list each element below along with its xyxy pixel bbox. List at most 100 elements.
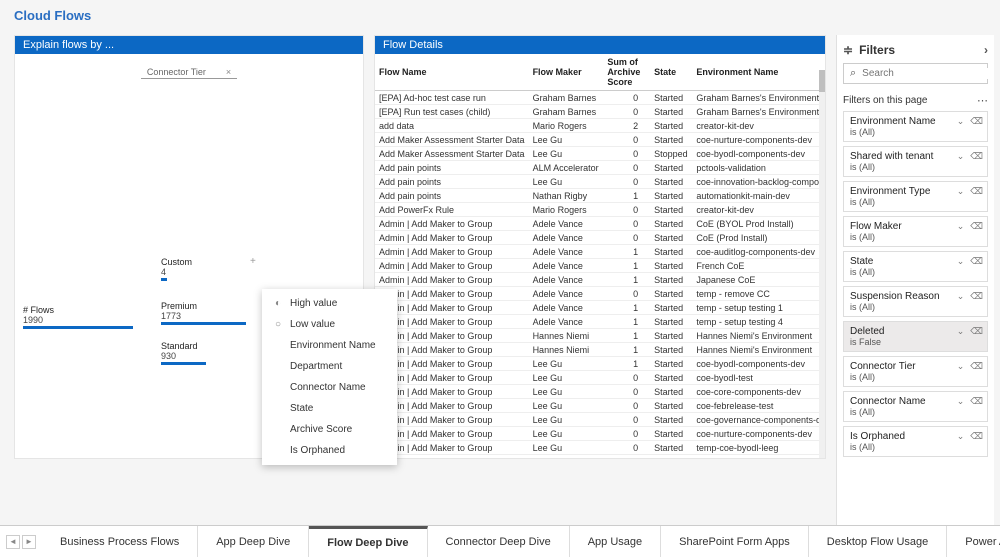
explain-header: Explain flows by ... xyxy=(15,36,363,54)
tab-business-process-flows[interactable]: Business Process Flows xyxy=(42,526,198,557)
tab-connector-deep-dive[interactable]: Connector Deep Dive xyxy=(428,526,570,557)
filters-title: Filters xyxy=(859,43,895,57)
lightbulb-outline-icon: ○ xyxy=(272,319,284,330)
tab-desktop-flow-usage[interactable]: Desktop Flow Usage xyxy=(809,526,948,557)
table-row[interactable]: Admin | Add Maker to GroupAdele Vance1St… xyxy=(375,315,825,329)
clear-filter-icon[interactable]: ⌫ xyxy=(970,256,983,267)
table-row[interactable]: Admin | Add Maker to GroupLee Gu0Started… xyxy=(375,441,825,455)
tab-scroll-right[interactable]: ► xyxy=(22,535,36,549)
filter-card[interactable]: Shared with tenantis (All)⌄⌫ xyxy=(843,146,988,177)
table-row[interactable]: Admin | Add Maker to GroupLee Gu0Started… xyxy=(375,413,825,427)
table-row[interactable]: Add pain pointsALM Accelerator0Startedpc… xyxy=(375,161,825,175)
clear-filter-icon[interactable]: ⌫ xyxy=(970,116,983,127)
table-row[interactable]: add dataMario Rogers2Startedcreator-kit-… xyxy=(375,119,825,133)
chip-remove-icon[interactable]: × xyxy=(226,67,231,77)
tab-scroll-left[interactable]: ◄ xyxy=(6,535,20,549)
clear-filter-icon[interactable]: ⌫ xyxy=(970,361,983,372)
filter-card[interactable]: Flow Makeris (All)⌄⌫ xyxy=(843,216,988,247)
ctx-low-value[interactable]: ○Low value xyxy=(262,314,397,335)
page-title: Cloud Flows xyxy=(14,8,91,23)
search-icon: ⌕ xyxy=(850,67,856,80)
chevron-down-icon[interactable]: ⌄ xyxy=(957,116,965,127)
chevron-down-icon[interactable]: ⌄ xyxy=(957,431,965,442)
clear-filter-icon[interactable]: ⌫ xyxy=(970,186,983,197)
flow-details-table[interactable]: Flow Name Flow Maker Sum of Archive Scor… xyxy=(375,54,825,458)
clear-filter-icon[interactable]: ⌫ xyxy=(970,151,983,162)
table-row[interactable]: Admin | Add Maker to GroupAdele Vance1St… xyxy=(375,245,825,259)
context-menu: ◐High value ○Low value Environment Name … xyxy=(262,289,397,465)
col-env-name[interactable]: Environment Name xyxy=(692,54,825,91)
filter-search-input[interactable] xyxy=(862,68,994,79)
col-state[interactable]: State xyxy=(650,54,692,91)
filter-search[interactable]: ⌕ xyxy=(843,63,988,84)
filter-card[interactable]: Suspension Reasonis (All)⌄⌫ xyxy=(843,286,988,317)
filter-card[interactable]: Deletedis False⌄⌫ xyxy=(843,321,988,352)
table-row[interactable]: Admin | Add Maker to GroupAdele Vance1St… xyxy=(375,259,825,273)
clear-filter-icon[interactable]: ⌫ xyxy=(970,326,983,337)
col-archive-score[interactable]: Sum of Archive Score xyxy=(603,54,650,91)
flow-details-header: Flow Details xyxy=(375,36,825,54)
col-flow-name[interactable]: Flow Name xyxy=(375,54,529,91)
tab-power-apps-adoption[interactable]: Power Apps Adoption xyxy=(947,526,1000,557)
filter-card[interactable]: Environment Nameis (All)⌄⌫ xyxy=(843,111,988,142)
clear-filter-icon[interactable]: ⌫ xyxy=(970,291,983,302)
table-row[interactable]: Admin | Add Maker to GroupAdele Vance0St… xyxy=(375,287,825,301)
chevron-down-icon[interactable]: ⌄ xyxy=(957,326,965,337)
table-row[interactable]: Admin | Add Maker to GroupHannes Niemi1S… xyxy=(375,343,825,357)
chevron-down-icon[interactable]: ⌄ xyxy=(957,221,965,232)
chevron-down-icon[interactable]: ⌄ xyxy=(957,256,965,267)
chevron-down-icon[interactable]: ⌄ xyxy=(957,396,965,407)
table-row[interactable]: Admin | Add Maker to GroupAdele Vance1St… xyxy=(375,273,825,287)
tree-node-custom[interactable]: Custom xyxy=(161,257,192,267)
tree-node-premium[interactable]: Premium xyxy=(161,301,246,311)
table-row[interactable]: Add Maker Assessment Starter DataLee Gu0… xyxy=(375,147,825,161)
ctx-department[interactable]: Department xyxy=(262,356,397,377)
more-icon[interactable]: ⋯ xyxy=(977,94,988,107)
table-row[interactable]: Admin | Add Maker to GroupAdele Vance0St… xyxy=(375,217,825,231)
filters-section-label: Filters on this page xyxy=(843,95,928,106)
expand-icon[interactable]: + xyxy=(250,256,256,267)
filter-card[interactable]: Environment Typeis (All)⌄⌫ xyxy=(843,181,988,212)
filter-card[interactable]: Connector Tieris (All)⌄⌫ xyxy=(843,356,988,387)
clear-filter-icon[interactable]: ⌫ xyxy=(970,221,983,232)
ctx-archive-score[interactable]: Archive Score xyxy=(262,419,397,440)
collapse-pane-icon[interactable]: › xyxy=(984,43,988,57)
chevron-down-icon[interactable]: ⌄ xyxy=(957,291,965,302)
table-row[interactable]: Admin | Add Maker to GroupLee Gu0Started… xyxy=(375,371,825,385)
table-row[interactable]: Admin | Add Maker to GroupAdele Vance0St… xyxy=(375,231,825,245)
table-row[interactable]: Add pain pointsLee Gu0Startedcoe-innovat… xyxy=(375,175,825,189)
tab-app-usage[interactable]: App Usage xyxy=(570,526,661,557)
table-row[interactable]: Admin | Add Maker to GroupHannes Niemi1S… xyxy=(375,329,825,343)
clear-filter-icon[interactable]: ⌫ xyxy=(970,396,983,407)
table-row[interactable]: Admin | Add Maker to GroupLee Gu0Started xyxy=(375,455,825,459)
table-row[interactable]: Admin | Add Maker to GroupAdele Vance1St… xyxy=(375,301,825,315)
ctx-is-orphaned[interactable]: Is Orphaned xyxy=(262,440,397,461)
clear-filter-icon[interactable]: ⌫ xyxy=(970,431,983,442)
tab-app-deep-dive[interactable]: App Deep Dive xyxy=(198,526,309,557)
ctx-env-name[interactable]: Environment Name xyxy=(262,335,397,356)
tab-sharepoint-form-apps[interactable]: SharePoint Form Apps xyxy=(661,526,809,557)
table-row[interactable]: Add Maker Assessment Starter DataLee Gu0… xyxy=(375,133,825,147)
table-row[interactable]: Add PowerFx RuleMario Rogers0Startedcrea… xyxy=(375,203,825,217)
table-row[interactable]: [EPA] Run test cases (child)Graham Barne… xyxy=(375,105,825,119)
table-row[interactable]: Admin | Add Maker to GroupLee Gu0Started… xyxy=(375,399,825,413)
table-scrollbar[interactable] xyxy=(819,70,825,458)
tab-flow-deep-dive[interactable]: Flow Deep Dive xyxy=(309,526,427,557)
chevron-down-icon[interactable]: ⌄ xyxy=(957,186,965,197)
filter-card[interactable]: Is Orphanedis (All)⌄⌫ xyxy=(843,426,988,457)
table-row[interactable]: Add pain pointsNathan Rigby1Startedautom… xyxy=(375,189,825,203)
ctx-high-value[interactable]: ◐High value xyxy=(262,293,397,314)
table-row[interactable]: Admin | Add Maker to GroupLee Gu1Started… xyxy=(375,357,825,371)
tree-node-standard[interactable]: Standard xyxy=(161,341,206,351)
col-flow-maker[interactable]: Flow Maker xyxy=(529,54,604,91)
filter-card[interactable]: Stateis (All)⌄⌫ xyxy=(843,251,988,282)
ctx-state[interactable]: State xyxy=(262,398,397,419)
table-row[interactable]: [EPA] Ad-hoc test case runGraham Barnes0… xyxy=(375,91,825,105)
table-row[interactable]: Admin | Add Maker to GroupLee Gu0Started… xyxy=(375,427,825,441)
chevron-down-icon[interactable]: ⌄ xyxy=(957,361,965,372)
ctx-connector-name[interactable]: Connector Name xyxy=(262,377,397,398)
breakdown-chip[interactable]: Connector Tier× xyxy=(141,66,237,79)
filter-card[interactable]: Connector Nameis (All)⌄⌫ xyxy=(843,391,988,422)
table-row[interactable]: Admin | Add Maker to GroupLee Gu0Started… xyxy=(375,385,825,399)
chevron-down-icon[interactable]: ⌄ xyxy=(957,151,965,162)
